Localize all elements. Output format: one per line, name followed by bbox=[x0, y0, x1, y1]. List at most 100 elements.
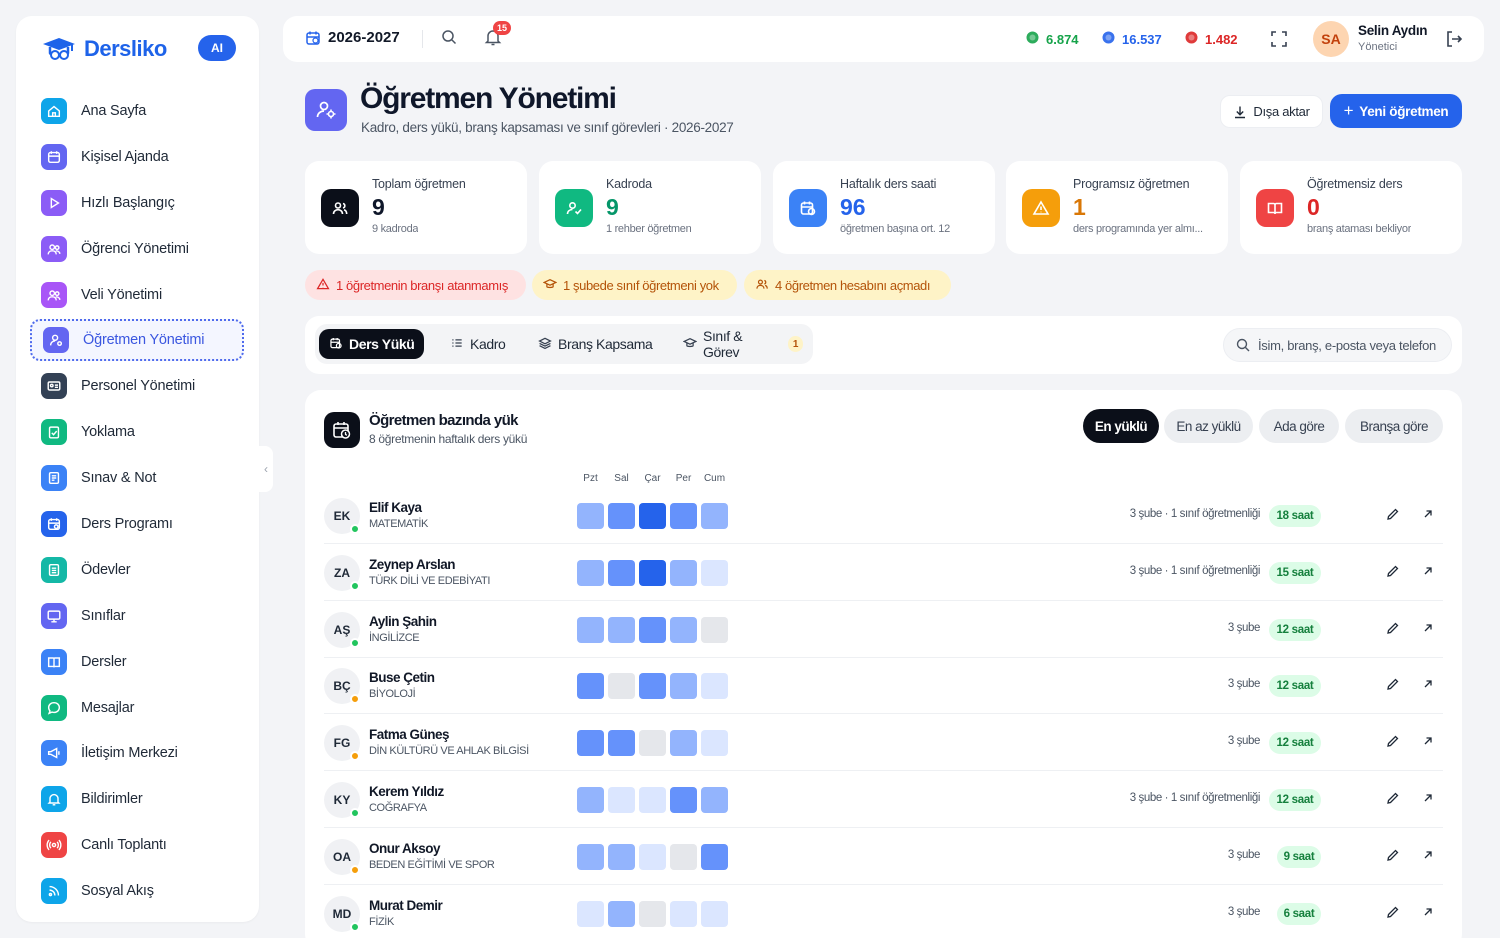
load-cell bbox=[577, 673, 604, 700]
sidebar-item-schedule[interactable]: Ders Programı bbox=[30, 503, 244, 545]
open-arrow-icon[interactable] bbox=[1422, 564, 1434, 582]
warning-icon bbox=[1022, 189, 1060, 227]
card-subtitle: 8 öğretmenin haftalık ders yükü bbox=[369, 432, 528, 446]
stat-card: Programsız öğretmen 1 ders programında yer… bbox=[1006, 161, 1228, 254]
teacher-row[interactable]: FG Fatma Güneş DİN KÜLTÜRÜ VE AHLAK BİLGİS… bbox=[324, 714, 1443, 772]
edit-icon[interactable] bbox=[1386, 905, 1400, 924]
edit-icon[interactable] bbox=[1386, 848, 1400, 867]
ai-button[interactable]: AI bbox=[198, 35, 236, 61]
sort-option[interactable]: Ada göre bbox=[1259, 409, 1339, 443]
users-icon bbox=[755, 277, 769, 294]
teacher-name[interactable]: Fatma Güneş bbox=[369, 727, 450, 742]
stat-value: 9 bbox=[372, 194, 385, 220]
alert-chip[interactable]: 4 öğretmen hesabını açmadı bbox=[744, 270, 951, 300]
sort-option[interactable]: En az yüklü bbox=[1164, 409, 1253, 443]
alert-text: 1 şubede sınıf öğretmeni yok bbox=[563, 277, 719, 293]
search-input[interactable] bbox=[1258, 337, 1443, 353]
sort-option[interactable]: Branşa göre bbox=[1345, 409, 1443, 443]
teacher-row[interactable]: AŞ Aylin Şahin İNGİLİZCE 3 şube 12 saat bbox=[324, 601, 1443, 658]
teacher-name[interactable]: Onur Aksoy bbox=[369, 841, 441, 856]
sidebar-item-exam[interactable]: Sınav & Not bbox=[30, 457, 244, 499]
tab-ders-yükü[interactable]: Ders Yükü bbox=[319, 329, 425, 359]
open-arrow-icon[interactable] bbox=[1422, 621, 1434, 639]
search-icon[interactable] bbox=[441, 29, 457, 50]
teacher-row[interactable]: EK Elif Kaya MATEMATİK 3 şube · 1 sınıf öğr… bbox=[324, 487, 1443, 544]
teacher-name[interactable]: Aylin Şahin bbox=[369, 614, 437, 629]
stat-card: Toplam öğretmen 9 9 kadroda bbox=[305, 161, 527, 254]
teacher-row[interactable]: OA Onur Aksoy BEDEN EĞİTİMİ VE SPOR 3 şube 9… bbox=[324, 828, 1443, 885]
collapse-sidebar-button[interactable]: ‹ bbox=[259, 446, 273, 492]
teacher-name[interactable]: Buse Çetin bbox=[369, 670, 435, 685]
open-arrow-icon[interactable] bbox=[1422, 905, 1434, 923]
brand[interactable]: Dersliko bbox=[38, 34, 167, 64]
weekly-hours-badge: 12 saat bbox=[1269, 675, 1321, 698]
academic-year-selector[interactable]: 2026-2027 bbox=[305, 29, 400, 46]
edit-icon[interactable] bbox=[1386, 621, 1400, 640]
load-cell bbox=[608, 843, 635, 870]
sidebar-item-home[interactable]: Ana Sayfa bbox=[30, 90, 244, 132]
weekly-hours-badge: 9 saat bbox=[1277, 845, 1321, 868]
teacher-name[interactable]: Zeynep Arslan bbox=[369, 557, 456, 572]
stat-value: 9 bbox=[606, 194, 619, 220]
open-arrow-icon[interactable] bbox=[1422, 848, 1434, 866]
tab-kadro[interactable]: Kadro bbox=[440, 329, 515, 359]
sidebar-item-broadcast[interactable]: Canlı Toplantı bbox=[30, 824, 244, 866]
open-arrow-icon[interactable] bbox=[1422, 677, 1434, 695]
sidebar-item-calendar[interactable]: Kişisel Ajanda bbox=[30, 136, 244, 178]
sidebar-item-play[interactable]: Hızlı Başlangıç bbox=[30, 182, 244, 224]
teacher-row[interactable]: BÇ Buse Çetin BİYOLOJİ 3 şube 12 saat bbox=[324, 657, 1443, 715]
sort-option[interactable]: En yüklü bbox=[1083, 409, 1159, 443]
user-check-icon bbox=[555, 189, 593, 227]
search-icon bbox=[1236, 338, 1250, 352]
new-teacher-button[interactable]: + Yeni öğretmen bbox=[1330, 94, 1462, 128]
load-cell bbox=[701, 559, 728, 586]
sidebar-item-students[interactable]: Öğrenci Yönetimi bbox=[30, 228, 244, 270]
teacher-name[interactable]: Kerem Yıldız bbox=[369, 784, 444, 799]
teacher-name[interactable]: Murat Demir bbox=[369, 898, 443, 913]
sidebar-item-bell[interactable]: Bildirimler bbox=[30, 778, 244, 820]
teacher-row[interactable]: KY Kerem Yıldız COĞRAFYA 3 şube · 1 sınıf ö… bbox=[324, 771, 1443, 828]
fullscreen-icon[interactable] bbox=[1270, 30, 1288, 53]
open-arrow-icon[interactable] bbox=[1422, 507, 1434, 525]
tab-branş-kapsama[interactable]: Branş Kapsama bbox=[528, 329, 662, 359]
sidebar-item-megaphone[interactable]: İletişim Merkezi bbox=[30, 732, 244, 774]
sidebar-item-book[interactable]: Dersler bbox=[30, 641, 244, 683]
sidebar-item-label: Bildirimler bbox=[81, 791, 143, 808]
logout-icon[interactable] bbox=[1444, 29, 1464, 54]
sidebar-item-chat[interactable]: Mesajlar bbox=[30, 687, 244, 729]
load-cell bbox=[608, 673, 635, 700]
tab-sınıf-görev[interactable]: Sınıf & Görev 1 bbox=[673, 328, 813, 360]
clipboard-check-icon bbox=[41, 419, 67, 446]
teacher-row[interactable]: ZA Zeynep Arslan TÜRK DİLİ VE EDEBİYATI 3 ş… bbox=[324, 544, 1443, 601]
alert-chip[interactable]: 1 şubede sınıf öğretmeni yok bbox=[532, 270, 737, 300]
stat-subtext: ders programında yer almı... bbox=[1073, 223, 1203, 235]
sidebar-item-classroom[interactable]: Sınıflar bbox=[30, 595, 244, 637]
sidebar-item-teacher[interactable]: Öğretmen Yönetimi bbox=[30, 319, 244, 362]
stat-label: Haftalık ders saati bbox=[840, 177, 937, 191]
sidebar-item-label: Sosyal Akış bbox=[81, 883, 154, 900]
open-arrow-icon[interactable] bbox=[1422, 734, 1434, 752]
teacher-row[interactable]: MD Murat Demir FİZİK 3 şube 6 saat bbox=[324, 885, 1443, 938]
sidebar-item-rss[interactable]: Sosyal Akış bbox=[30, 870, 244, 912]
sidebar-item-homework[interactable]: Ödevler bbox=[30, 549, 244, 591]
page-title: Öğretmen Yönetimi bbox=[360, 82, 617, 115]
edit-icon[interactable] bbox=[1386, 564, 1400, 583]
teacher-search[interactable] bbox=[1223, 328, 1452, 362]
export-button[interactable]: Dışa aktar bbox=[1220, 95, 1323, 128]
teacher-name[interactable]: Elif Kaya bbox=[369, 500, 422, 515]
load-cell bbox=[639, 843, 666, 870]
edit-icon[interactable] bbox=[1386, 507, 1400, 526]
edit-icon[interactable] bbox=[1386, 734, 1400, 753]
sidebar-item-clipboard-check[interactable]: Yoklama bbox=[30, 411, 244, 453]
edit-icon[interactable] bbox=[1386, 791, 1400, 810]
sidebar-item-label: Sınıflar bbox=[81, 607, 126, 624]
red-fire-icon bbox=[1184, 30, 1199, 48]
day-header: Çar bbox=[644, 473, 661, 484]
user-avatar[interactable]: SA bbox=[1313, 21, 1349, 57]
sidebar-item-id-card[interactable]: Personel Yönetimi bbox=[30, 365, 244, 407]
open-arrow-icon[interactable] bbox=[1422, 791, 1434, 809]
sidebar-item-parents[interactable]: Veli Yönetimi bbox=[30, 274, 244, 316]
daily-load-cells bbox=[577, 787, 728, 813]
alert-chip[interactable]: 1 öğretmenin branşı atanmamış bbox=[305, 270, 526, 300]
edit-icon[interactable] bbox=[1386, 677, 1400, 696]
